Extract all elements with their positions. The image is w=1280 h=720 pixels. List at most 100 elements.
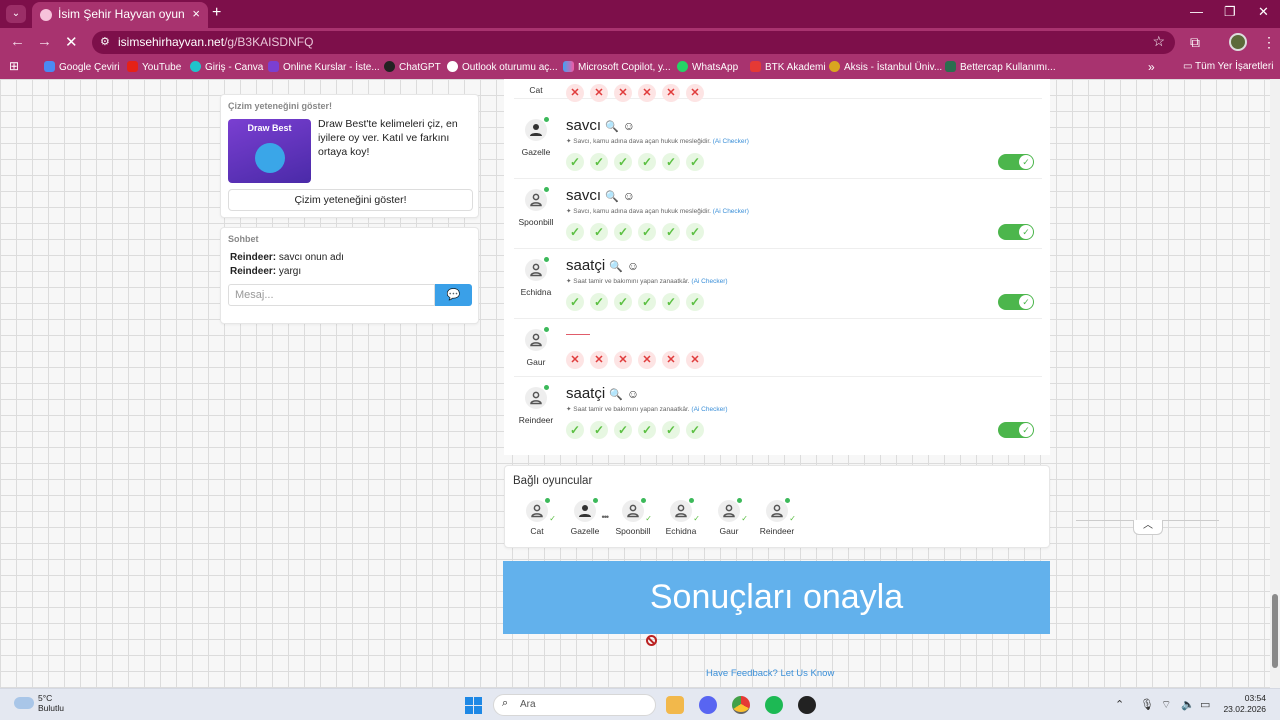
vote-reject-icon[interactable]: ✕ [566,84,584,102]
site-info-icon[interactable]: ⚙ [100,35,110,48]
vote-accept-icon[interactable]: ✓ [638,153,656,171]
vote-accept-icon[interactable]: ✓ [590,223,608,241]
vote-reject-icon[interactable]: ✕ [566,351,584,369]
vote-accept-icon[interactable]: ✓ [686,153,704,171]
accept-toggle[interactable]: ✓ [998,422,1034,438]
vote-accept-icon[interactable]: ✓ [566,153,584,171]
vote-reject-icon[interactable]: ✕ [662,351,680,369]
vote-reject-icon[interactable]: ✕ [590,351,608,369]
menu-icon[interactable]: ⋮ [1262,34,1276,51]
vote-accept-icon[interactable]: ✓ [638,293,656,311]
vote-reject-icon[interactable]: ✕ [614,84,632,102]
stop-loading-icon[interactable]: ✕ [65,33,78,51]
wifi-icon[interactable]: ⌔ [1161,698,1171,712]
vote-accept-icon[interactable]: ✓ [686,421,704,439]
address-bar[interactable]: ⚙ isimsehirhayvan.net/g/B3KAISDNFQ ☆ [92,31,1175,54]
battery-icon[interactable]: ▭ [1200,698,1210,711]
accept-toggle[interactable]: ✓ [998,294,1034,310]
bookmark-online-kurslar[interactable]: Online Kurslar - İste... [268,61,380,73]
vote-reject-icon[interactable]: ✕ [614,351,632,369]
extensions-icon[interactable]: ⧉ [1190,34,1200,51]
vote-accept-icon[interactable]: ✓ [638,421,656,439]
vote-accept-icon[interactable]: ✓ [614,223,632,241]
promo-button[interactable]: Çizim yeteneğini göster! [228,189,473,211]
discord-icon[interactable] [699,696,717,714]
microphone-icon[interactable]: 🎙 [1140,698,1154,711]
emoji-reaction-icon[interactable]: ☺ [627,387,639,401]
search-icon[interactable]: 🔍 [609,261,623,273]
back-icon[interactable]: ← [10,33,25,50]
scroll-up-button[interactable]: ︿ [1133,520,1163,535]
chrome-icon[interactable] [732,696,750,714]
vote-reject-icon[interactable]: ✕ [686,351,704,369]
vote-accept-icon[interactable]: ✓ [590,293,608,311]
vote-accept-icon[interactable]: ✓ [614,421,632,439]
github-icon[interactable] [798,696,816,714]
vote-accept-icon[interactable]: ✓ [662,153,680,171]
emoji-reaction-icon[interactable]: ☺ [627,259,639,273]
vote-accept-icon[interactable]: ✓ [686,293,704,311]
vote-accept-icon[interactable]: ✓ [662,223,680,241]
more-bookmarks-icon[interactable]: » [1148,60,1155,74]
bookmark-canva[interactable]: Giriş - Canva [190,61,263,73]
ai-hint: ✦ Savcı, kamu adına dava açan hukuk mesl… [566,138,749,145]
vote-reject-icon[interactable]: ✕ [590,84,608,102]
apps-grid-icon[interactable]: ⊞ [9,59,19,73]
scrollbar-thumb[interactable] [1272,594,1278,668]
tab-search-button[interactable]: ⌄ [6,5,26,23]
accept-toggle[interactable]: ✓ [998,224,1034,240]
vote-accept-icon[interactable]: ✓ [614,153,632,171]
promo-image[interactable]: Draw Best [228,119,311,183]
vote-accept-icon[interactable]: ✓ [566,421,584,439]
search-icon[interactable]: 🔍 [605,121,619,133]
vote-accept-icon[interactable]: ✓ [590,421,608,439]
bookmark-youtube[interactable]: YouTube [127,61,181,73]
page-scrollbar[interactable] [1270,79,1280,688]
emoji-reaction-icon[interactable]: ☺ [623,119,635,133]
bookmark-google-translate[interactable]: Google Çeviri [44,61,120,73]
vote-accept-icon[interactable]: ✓ [662,421,680,439]
accept-toggle[interactable]: ✓ [998,154,1034,170]
all-bookmarks[interactable]: ▭ Tüm Yer İşaretleri [1183,61,1273,72]
emoji-reaction-icon[interactable]: ☺ [623,189,635,203]
close-window-icon[interactable]: ✕ [1258,4,1269,20]
start-icon[interactable] [465,697,482,714]
vote-accept-icon[interactable]: ✓ [638,223,656,241]
browser-toolbar: ← → ✕ ⚙ isimsehirhayvan.net/g/B3KAISDNFQ… [0,28,1280,57]
tab-close-icon[interactable]: × [192,6,200,21]
confirm-results-button[interactable]: Sonuçları onayla [503,561,1050,634]
vote-reject-icon[interactable]: ✕ [662,84,680,102]
ai-hint: ✦ Savcı, kamu adına dava açan hukuk mesl… [566,208,749,215]
vote-accept-icon[interactable]: ✓ [662,293,680,311]
taskbar-clock[interactable]: 03:54 23.02.2026 [1222,693,1266,715]
volume-icon[interactable]: 🔈 [1181,698,1195,711]
file-explorer-icon[interactable] [666,696,684,714]
search-icon[interactable]: 🔍 [609,389,623,401]
vote-accept-icon[interactable]: ✓ [566,293,584,311]
feedback-link[interactable]: Have Feedback? Let Us Know [706,668,834,679]
spotify-icon[interactable] [765,696,783,714]
ready-check-icon: ✓ [789,514,796,523]
vote-accept-icon[interactable]: ✓ [566,223,584,241]
forward-icon[interactable]: → [37,33,52,50]
vote-reject-icon[interactable]: ✕ [638,84,656,102]
profile-avatar[interactable] [1229,33,1247,51]
vote-accept-icon[interactable]: ✓ [590,153,608,171]
minimize-icon[interactable]: — [1190,4,1203,19]
bookmark-chatgpt[interactable]: ChatGPT [384,61,441,73]
bookmark-star-icon[interactable]: ☆ [1152,33,1165,50]
weather-widget[interactable]: 5°C Bulutlu [38,693,64,713]
search-icon[interactable]: 🔍 [605,191,619,203]
vote-accept-icon[interactable]: ✓ [614,293,632,311]
active-tab[interactable]: İsim Şehir Hayvan oyununa katıl × [32,2,208,28]
chat-send-button[interactable]: 💬 [435,284,472,306]
vote-reject-icon[interactable]: ✕ [686,84,704,102]
vote-accept-icon[interactable]: ✓ [686,223,704,241]
chat-input[interactable]: Mesaj... [228,284,435,306]
tray-chevron-up-icon[interactable]: ⌃ [1115,698,1124,711]
taskbar-search[interactable]: ⌕ Ara [493,694,656,716]
restore-icon[interactable]: ❐ [1224,4,1236,20]
new-tab-button[interactable]: + [212,4,221,22]
vote-reject-icon[interactable]: ✕ [638,351,656,369]
cloud-icon[interactable] [14,697,34,709]
